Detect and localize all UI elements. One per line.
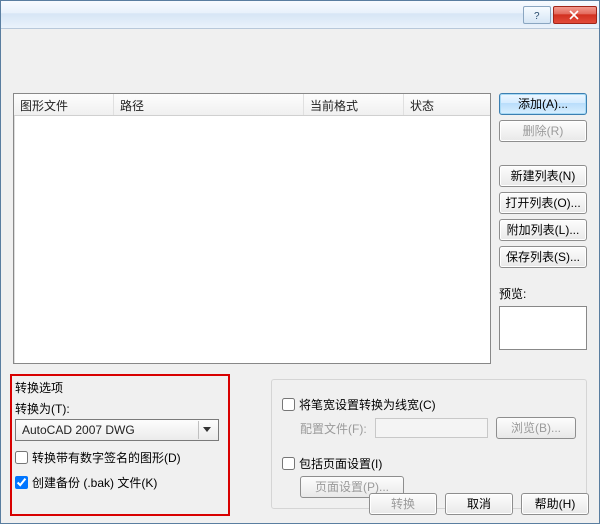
svg-text:?: ? bbox=[534, 11, 540, 20]
remove-button: 删除(R) bbox=[499, 120, 587, 142]
chevron-down-icon bbox=[198, 421, 214, 439]
close-button[interactable] bbox=[553, 6, 597, 24]
conversion-options-group: 转换选项 转换为(T): AutoCAD 2007 DWG 转换带有数字签名的图… bbox=[15, 379, 223, 509]
col-path[interactable]: 路径 bbox=[114, 94, 304, 115]
save-list-button[interactable]: 保存列表(S)... bbox=[499, 246, 587, 268]
checkbox-lineweight[interactable] bbox=[282, 398, 295, 411]
client-area: 图形文件 路径 当前格式 状态 添加(A)... 删除(R) 新建列表(N) 打… bbox=[1, 29, 599, 523]
config-file-field bbox=[375, 418, 488, 438]
checkbox-page-setup[interactable] bbox=[282, 457, 295, 470]
help-titlebar-button[interactable]: ? bbox=[523, 6, 551, 24]
convert-to-combobox[interactable]: AutoCAD 2007 DWG bbox=[15, 419, 219, 441]
add-button[interactable]: 添加(A)... bbox=[499, 93, 587, 115]
checkbox-digital-signature[interactable] bbox=[15, 451, 28, 464]
append-list-button[interactable]: 附加列表(L)... bbox=[499, 219, 587, 241]
convert-button: 转换 bbox=[369, 493, 437, 515]
new-list-button[interactable]: 新建列表(N) bbox=[499, 165, 587, 187]
file-list-container: 图形文件 路径 当前格式 状态 bbox=[13, 93, 491, 364]
checkbox-lineweight-label: 将笔宽设置转换为线宽(C) bbox=[299, 396, 436, 413]
titlebar: ? bbox=[1, 1, 599, 29]
help-button[interactable]: 帮助(H) bbox=[521, 493, 589, 515]
col-file[interactable]: 图形文件 bbox=[14, 94, 114, 115]
checkbox-create-bak[interactable] bbox=[15, 476, 28, 489]
file-list-header: 图形文件 路径 当前格式 状态 bbox=[14, 94, 490, 116]
file-list[interactable]: 图形文件 路径 当前格式 状态 bbox=[13, 93, 491, 364]
cancel-button[interactable]: 取消 bbox=[445, 493, 513, 515]
checkbox-create-bak-label: 创建备份 (.bak) 文件(K) bbox=[32, 474, 157, 491]
dialog-action-row: 转换 取消 帮助(H) bbox=[369, 493, 589, 515]
config-file-label: 配置文件(F): bbox=[300, 420, 367, 437]
preview-label: 预览: bbox=[499, 285, 587, 302]
col-status[interactable]: 状态 bbox=[404, 94, 490, 115]
extra-options-group: 将笔宽设置转换为线宽(C) 配置文件(F): 浏览(B)... 包括页面设置(I… bbox=[271, 379, 587, 509]
conversion-options-title: 转换选项 bbox=[15, 379, 223, 396]
preview-box bbox=[499, 306, 587, 350]
col-format[interactable]: 当前格式 bbox=[304, 94, 404, 115]
open-list-button[interactable]: 打开列表(O)... bbox=[499, 192, 587, 214]
combobox-value: AutoCAD 2007 DWG bbox=[22, 423, 198, 437]
checkbox-digital-signature-label: 转换带有数字签名的图形(D) bbox=[32, 449, 181, 466]
right-button-column: 添加(A)... 删除(R) 新建列表(N) 打开列表(O)... 附加列表(L… bbox=[499, 93, 587, 350]
checkbox-page-setup-label: 包括页面设置(I) bbox=[299, 455, 382, 472]
browse-button: 浏览(B)... bbox=[496, 417, 576, 439]
convert-to-label: 转换为(T): bbox=[15, 400, 223, 417]
